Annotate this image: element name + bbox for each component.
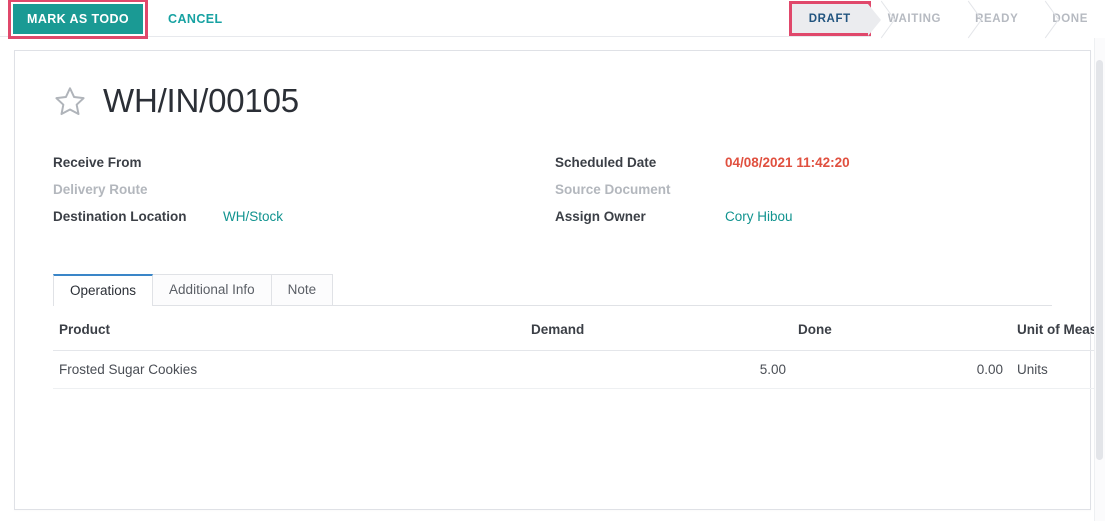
page-title: WH/IN/00105 bbox=[103, 82, 299, 119]
field-label-scheduled-date: Scheduled Date bbox=[555, 155, 657, 170]
cell-done[interactable]: 0.00 bbox=[792, 350, 1009, 389]
mark-as-todo-button[interactable]: MARK AS TODO bbox=[13, 3, 144, 34]
notebook-tabs: Operations Additional Info Note bbox=[53, 274, 1052, 306]
field-grid: Receive From Delivery Route Destination … bbox=[53, 155, 1052, 236]
field-source-document: Source Document bbox=[555, 182, 1057, 209]
status-step-ready[interactable]: READY bbox=[958, 0, 1036, 37]
cell-product[interactable]: Frosted Sugar Cookies bbox=[53, 350, 525, 389]
field-label-assign-owner: Assign Owner bbox=[555, 209, 646, 224]
action-button-group: MARK AS TODO CANCEL bbox=[8, 0, 229, 39]
field-column-right: Scheduled Date 04/08/2021 11:42:20 Sourc… bbox=[555, 155, 1057, 236]
tab-operations[interactable]: Operations bbox=[53, 274, 154, 306]
cancel-button[interactable]: CANCEL bbox=[162, 5, 228, 33]
tab-note[interactable]: Note bbox=[270, 274, 334, 305]
column-header-demand[interactable]: Demand bbox=[525, 306, 792, 351]
title-row: WH/IN/00105 bbox=[53, 81, 1052, 121]
field-assign-owner: Assign Owner Cory Hibou bbox=[555, 209, 1057, 236]
status-step-done[interactable]: DONE bbox=[1035, 0, 1105, 37]
column-header-unit-of-measure[interactable]: Unit of Measure bbox=[1009, 306, 1105, 351]
field-value-assign-owner[interactable]: Cory Hibou bbox=[725, 209, 793, 224]
field-destination-location: Destination Location WH/Stock bbox=[53, 209, 555, 236]
field-receive-from: Receive From bbox=[53, 155, 555, 182]
status-bar: DRAFT WAITING READY DONE bbox=[788, 0, 1105, 37]
tab-additional-info[interactable]: Additional Info bbox=[152, 274, 272, 305]
status-step-draft[interactable]: DRAFT bbox=[791, 4, 881, 36]
field-column-left: Receive From Delivery Route Destination … bbox=[53, 155, 555, 236]
page-scrollbar[interactable] bbox=[1094, 38, 1105, 521]
star-outline-icon[interactable] bbox=[53, 84, 87, 118]
field-scheduled-date: Scheduled Date 04/08/2021 11:42:20 bbox=[555, 155, 1057, 182]
draft-status-highlight: DRAFT bbox=[788, 1, 881, 36]
page-scrollbar-thumb[interactable] bbox=[1096, 60, 1103, 460]
field-label-destination-location: Destination Location bbox=[53, 209, 187, 224]
field-label-source-document: Source Document bbox=[555, 182, 671, 197]
field-label-receive-from: Receive From bbox=[53, 155, 142, 170]
status-step-waiting[interactable]: WAITING bbox=[870, 0, 959, 37]
column-header-product[interactable]: Product bbox=[53, 306, 525, 351]
column-header-done[interactable]: Done bbox=[792, 306, 1009, 351]
field-value-scheduled-date[interactable]: 04/08/2021 11:42:20 bbox=[725, 155, 850, 170]
field-delivery-route: Delivery Route bbox=[53, 182, 555, 209]
control-panel: MARK AS TODO CANCEL DRAFT WAITING READY … bbox=[0, 0, 1105, 39]
record-form-sheet: WH/IN/00105 Receive From Delivery Route … bbox=[14, 50, 1105, 510]
cell-demand[interactable]: 5.00 bbox=[525, 350, 792, 389]
table-row[interactable]: Frosted Sugar Cookies 5.00 0.00 Units bbox=[53, 350, 1105, 389]
mark-as-todo-highlight: MARK AS TODO bbox=[8, 0, 149, 39]
field-label-delivery-route: Delivery Route bbox=[53, 182, 148, 197]
cell-unit-of-measure[interactable]: Units bbox=[1009, 350, 1105, 389]
table-header-row: Product Demand Done Unit of Measure bbox=[53, 306, 1105, 351]
field-value-destination-location[interactable]: WH/Stock bbox=[223, 209, 283, 224]
operations-table: Product Demand Done Unit of Measure Fros… bbox=[53, 306, 1105, 389]
